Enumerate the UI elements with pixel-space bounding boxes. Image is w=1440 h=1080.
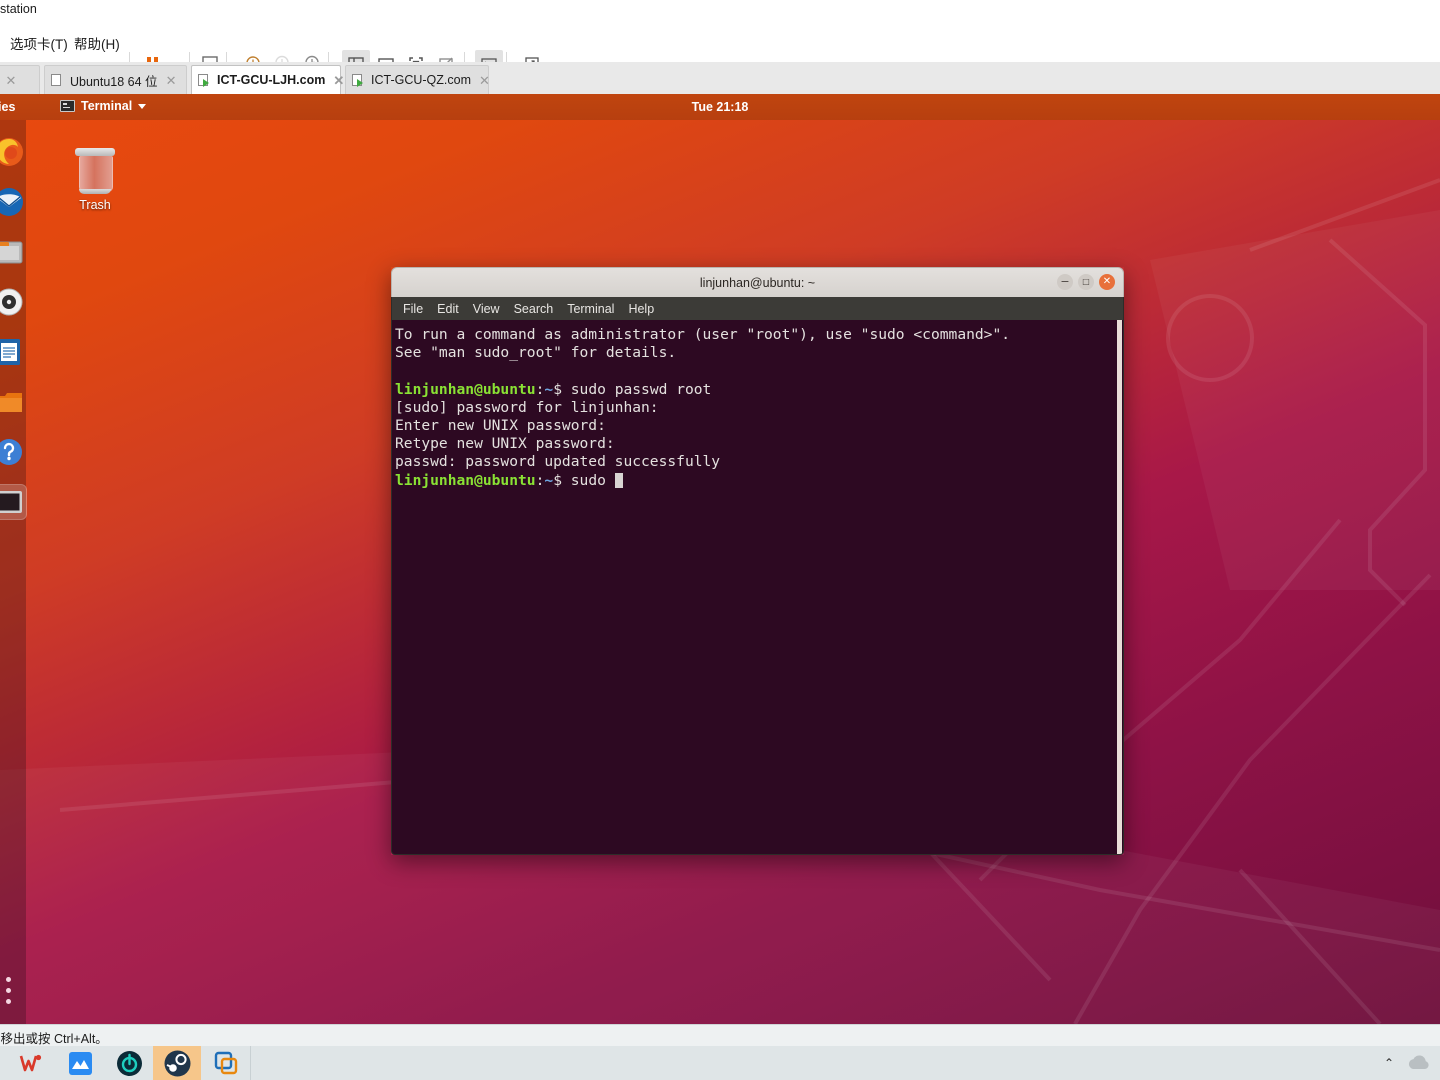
taskbar-teal-app[interactable] — [105, 1046, 153, 1080]
taskbar-blue-app[interactable] — [56, 1046, 104, 1080]
taskbar-vmware-workstation[interactable] — [202, 1046, 251, 1080]
terminal-prompt-path: ~ — [544, 380, 554, 398]
teal-power-circle-icon — [116, 1050, 142, 1076]
thunderbird-icon — [0, 188, 23, 216]
system-tray: ⌃ — [1384, 1046, 1432, 1080]
tab-close-icon[interactable]: ✕ — [6, 74, 17, 87]
terminal-line: See "man sudo_root" for details. — [395, 344, 677, 362]
menu-tabs[interactable]: 选项卡(T) — [10, 33, 68, 53]
firefox-icon — [0, 138, 23, 166]
vmware-menubar: 选项卡(T) 帮助(H) — [0, 22, 1440, 78]
tab-close-icon[interactable]: ✕ — [166, 74, 177, 87]
vmware-titlebar: station — [0, 0, 1440, 23]
ubuntu-software-icon — [0, 393, 22, 412]
vm-running-icon — [198, 73, 211, 87]
files-nautilus-icon — [0, 241, 23, 264]
vmware-squares-icon — [214, 1051, 238, 1075]
windows-taskbar: ⌃ — [0, 1046, 1440, 1080]
terminal-icon — [0, 491, 22, 513]
terminal-line: Enter new UNIX password: — [395, 417, 606, 435]
terminal-menu-terminal[interactable]: Terminal — [560, 302, 621, 316]
terminal-line: linjunhan@ubuntu:~$ sudo passwd root — [394, 381, 1123, 399]
dock-item-thunderbird[interactable] — [0, 184, 27, 220]
terminal-output-area[interactable]: To run a command as administrator (user … — [391, 320, 1124, 855]
terminal-prompt-user: linjunhan@ubuntu — [395, 380, 536, 398]
taskbar-steam[interactable] — [153, 1046, 201, 1080]
terminal-line: [sudo] password for linjunhan: — [395, 398, 659, 416]
window-controls: − □ ✕ — [1057, 274, 1115, 290]
desktop-icon-label: Trash — [79, 198, 111, 212]
dock-item-ubuntu-software[interactable] — [0, 384, 27, 420]
help-icon — [0, 439, 22, 465]
terminal-line: linjunhan@ubuntu:~$ sudo — [394, 472, 1123, 490]
vm-powered-off-icon — [51, 73, 64, 87]
terminal-menu-view[interactable]: View — [466, 302, 507, 316]
terminal-prompt-command: $ sudo — [553, 471, 615, 489]
wps-icon — [19, 1054, 42, 1072]
minimize-button[interactable]: − — [1057, 274, 1073, 290]
dock-item-files[interactable] — [0, 234, 27, 270]
dock-item-rhythmbox[interactable] — [0, 284, 27, 320]
show-hidden-icons-chevron-icon[interactable]: ⌃ — [1384, 1056, 1394, 1070]
maximize-button[interactable]: □ — [1078, 274, 1094, 290]
terminal-scrollbar[interactable] — [1117, 320, 1122, 854]
tab-ict-gcu-ljh[interactable]: ICT-GCU-LJH.com ✕ — [191, 65, 344, 94]
tab-close-icon[interactable]: ✕ — [333, 74, 344, 87]
trash-icon — [75, 148, 115, 194]
minimize-icon: − — [1060, 275, 1070, 288]
vmware-status-text: 中移出或按 Ctrl+Alt。 — [0, 1032, 108, 1046]
terminal-menu-help[interactable]: Help — [621, 302, 661, 316]
terminal-window[interactable]: linjunhan@ubuntu: ~ − □ ✕ File Edit View… — [391, 267, 1124, 855]
dock-item-firefox[interactable] — [0, 134, 27, 170]
taskbar-wps-office[interactable] — [7, 1046, 55, 1080]
tab-label: ICT-GCU-QZ.com — [371, 73, 471, 87]
terminal-cursor — [614, 472, 623, 488]
guest-vm-screen[interactable]: ivities Terminal Tue 21:18 — [0, 94, 1440, 1024]
ubuntu-desktop[interactable]: Trash linjunhan@ubuntu: ~ − □ ✕ File Edi… — [0, 120, 1440, 1024]
show-applications-button[interactable] — [3, 975, 23, 1015]
dock-item-terminal[interactable] — [0, 484, 27, 520]
cloud-icon[interactable] — [1406, 1054, 1432, 1072]
terminal-prompt-path: ~ — [544, 471, 554, 489]
libreoffice-writer-icon — [0, 339, 20, 365]
terminal-menu-edit[interactable]: Edit — [430, 302, 466, 316]
terminal-menubar: File Edit View Search Terminal Help — [391, 297, 1124, 320]
terminal-prompt-command: $ sudo passwd root — [553, 380, 712, 398]
close-button[interactable]: ✕ — [1099, 274, 1115, 290]
vmware-window-title: station — [0, 2, 37, 16]
menu-help[interactable]: 帮助(H) — [74, 33, 120, 53]
gnome-top-bar: ivities Terminal Tue 21:18 — [0, 94, 1440, 120]
terminal-menu-file[interactable]: File — [396, 302, 430, 316]
dock-item-libreoffice-writer[interactable] — [0, 334, 27, 370]
gnome-clock[interactable]: Tue 21:18 — [0, 100, 1440, 114]
tab-home[interactable]: 页 ✕ — [0, 65, 40, 94]
vmware-status-bar: 中移出或按 Ctrl+Alt。 — [0, 1024, 1440, 1047]
close-icon: ✕ — [1102, 276, 1112, 287]
tab-label: ICT-GCU-LJH.com — [217, 73, 326, 87]
tab-close-icon[interactable]: ✕ — [479, 74, 490, 87]
maximize-icon: □ — [1082, 277, 1090, 286]
terminal-line: passwd: password updated successfully — [395, 453, 721, 471]
terminal-line: To run a command as administrator (user … — [395, 326, 1011, 343]
terminal-title-text: linjunhan@ubuntu: ~ — [699, 275, 816, 290]
rhythmbox-icon — [0, 288, 23, 316]
vmware-tab-strip: 页 ✕ Ubuntu18 64 位 ✕ ICT-GCU-LJH.com ✕ IC… — [0, 62, 1440, 96]
ubuntu-dock — [0, 120, 27, 1024]
mountain-blue-icon — [68, 1051, 92, 1075]
steam-icon — [164, 1050, 190, 1076]
terminal-menu-search[interactable]: Search — [507, 302, 561, 316]
terminal-titlebar[interactable]: linjunhan@ubuntu: ~ − □ ✕ — [391, 267, 1124, 297]
terminal-prompt-user: linjunhan@ubuntu — [395, 471, 536, 489]
dock-item-help[interactable] — [0, 434, 27, 470]
tab-ubuntu18-64[interactable]: Ubuntu18 64 位 ✕ — [44, 65, 187, 94]
vm-running-icon — [352, 73, 365, 87]
terminal-lines: To run a command as administrator (user … — [394, 326, 1123, 490]
tab-label: Ubuntu18 64 位 — [70, 74, 158, 89]
tab-ict-gcu-qz[interactable]: ICT-GCU-QZ.com ✕ — [345, 65, 490, 94]
terminal-line: Retype new UNIX password: — [395, 435, 615, 453]
desktop-icon-trash[interactable]: Trash — [62, 148, 128, 212]
